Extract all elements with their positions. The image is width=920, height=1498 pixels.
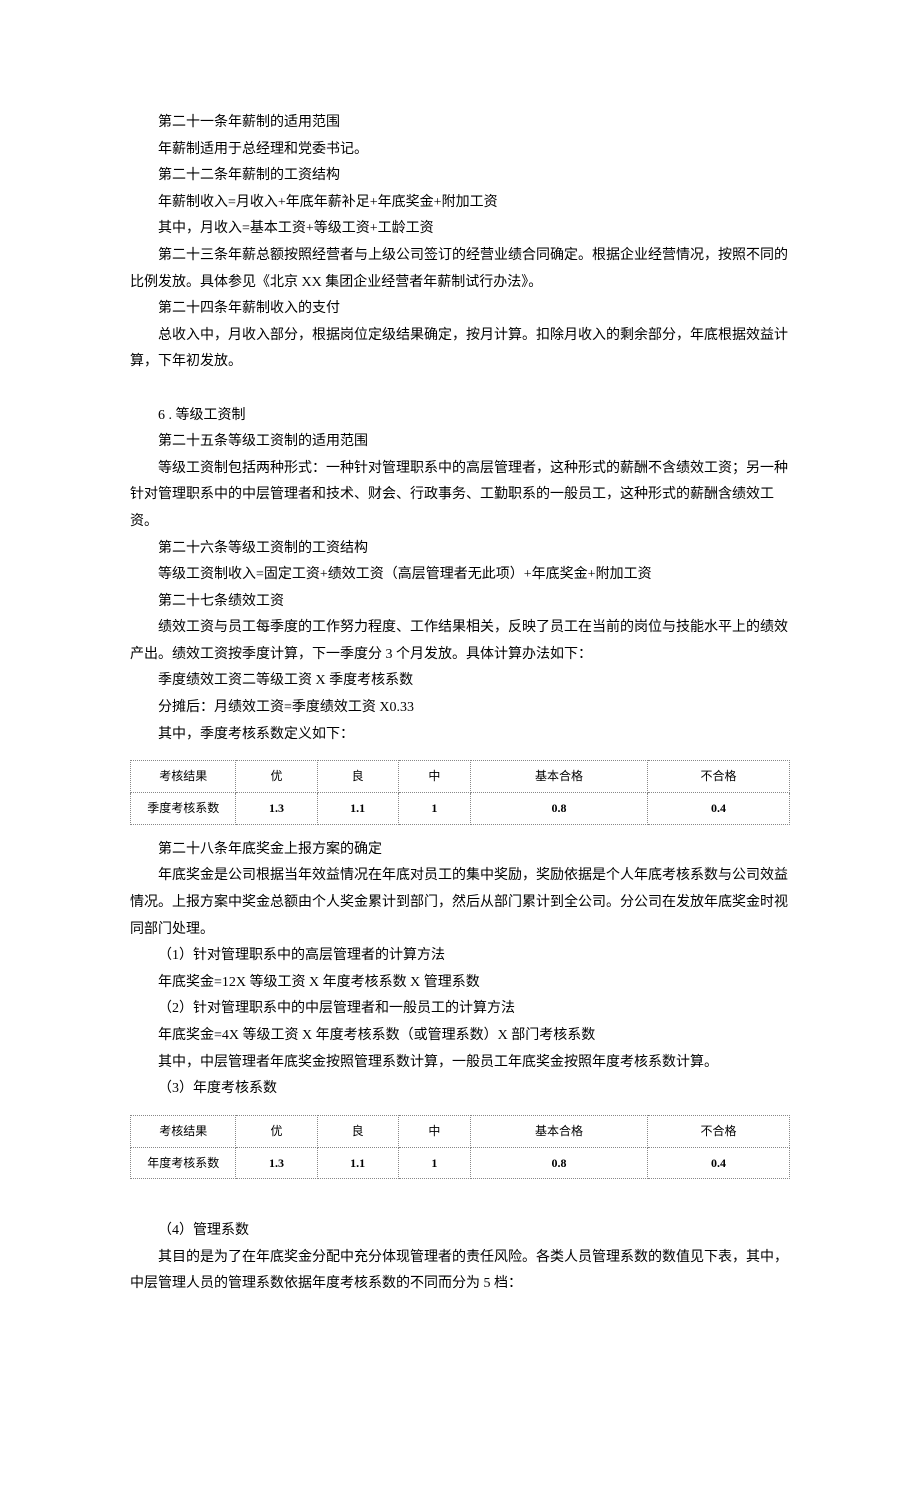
article-25-title: 第二十五条等级工资制的适用范围 [130,429,790,456]
table-cell: 基本合格 [471,1115,648,1147]
table-cell: 优 [236,1115,317,1147]
article-27-body: 绩效工资与员工每季度的工作努力程度、工作结果相关，反映了员工在当前的岗位与技能水… [130,615,790,668]
item-1-formula: 年底奖金=12X 等级工资 X 年度考核系数 X 管理系数 [130,970,790,997]
row-label: 考核结果 [131,761,236,793]
article-27-where: 其中，季度考核系数定义如下： [130,722,790,749]
blank-line [130,376,790,403]
table-cell: 0.4 [647,793,789,825]
item-2-note: 其中，中层管理者年底奖金按照管理系数计算，一般员工年底奖金按照年度考核系数计算。 [130,1050,790,1077]
table-cell: 0.8 [471,793,648,825]
article-27-formula-1: 季度绩效工资二等级工资 X 季度考核系数 [130,668,790,695]
article-21-body: 年薪制适用于总经理和党委书记。 [130,137,790,164]
article-28-body: 年底奖金是公司根据当年效益情况在年底对员工的集中奖励，奖励依据是个人年底考核系数… [130,863,790,943]
article-26-formula: 等级工资制收入=固定工资+绩效工资（高层管理者无此项）+年底奖金+附加工资 [130,562,790,589]
table-cell: 1 [398,1147,470,1179]
section-6-heading: 6 . 等级工资制 [130,403,790,430]
quarterly-coefficient-table: 考核结果 优 良 中 基本合格 不合格 季度考核系数 1.3 1.1 1 0.8… [130,760,790,825]
article-24-body: 总收入中，月收入部分，根据岗位定级结果确定，按月计算。扣除月收入的剩余部分，年底… [130,323,790,376]
table-cell: 中 [398,761,470,793]
item-4-body: 其目的是为了在年底奖金分配中充分体现管理者的责任风险。各类人员管理系数的数值见下… [130,1245,790,1298]
item-2-formula: 年底奖金=4X 等级工资 X 年度考核系数（或管理系数）X 部门考核系数 [130,1023,790,1050]
item-2-title: （2）针对管理职系中的中层管理者和一般员工的计算方法 [130,996,790,1023]
table-row: 季度考核系数 1.3 1.1 1 0.8 0.4 [131,793,790,825]
table-cell: 1.3 [236,1147,317,1179]
table-cell: 优 [236,761,317,793]
row-label: 季度考核系数 [131,793,236,825]
article-21-title: 第二十一条年薪制的适用范围 [130,110,790,137]
article-22-title: 第二十二条年薪制的工资结构 [130,163,790,190]
table-row: 考核结果 优 良 中 基本合格 不合格 [131,761,790,793]
table-cell: 1 [398,793,470,825]
article-22-formula: 年薪制收入=月收入+年底年薪补足+年底奖金+附加工资 [130,190,790,217]
row-label: 考核结果 [131,1115,236,1147]
table-cell: 0.8 [471,1147,648,1179]
item-4-title: （4）管理系数 [130,1218,790,1245]
table-cell: 不合格 [647,1115,789,1147]
article-24-title: 第二十四条年薪制收入的支付 [130,296,790,323]
table-cell: 1.1 [317,1147,398,1179]
article-27-formula-2: 分摊后：月绩效工资=季度绩效工资 X0.33 [130,695,790,722]
article-23-body: 第二十三条年薪总额按照经营者与上级公司签订的经营业绩合同确定。根据企业经营情况，… [130,243,790,296]
article-25-body: 等级工资制包括两种形式：一种针对管理职系中的高层管理者，这种形式的薪酬不含绩效工… [130,456,790,536]
table-cell: 0.4 [647,1147,789,1179]
table-cell: 不合格 [647,761,789,793]
annual-coefficient-table: 考核结果 优 良 中 基本合格 不合格 年度考核系数 1.3 1.1 1 0.8… [130,1115,790,1180]
item-1-title: （1）针对管理职系中的高层管理者的计算方法 [130,943,790,970]
article-22-where: 其中，月收入=基本工资+等级工资+工龄工资 [130,216,790,243]
table-cell: 中 [398,1115,470,1147]
blank-line [130,1191,790,1218]
table-cell: 良 [317,1115,398,1147]
table-cell: 良 [317,761,398,793]
table-row: 年度考核系数 1.3 1.1 1 0.8 0.4 [131,1147,790,1179]
item-3-title: （3）年度考核系数 [130,1076,790,1103]
table-cell: 基本合格 [471,761,648,793]
table-cell: 1.1 [317,793,398,825]
article-26-title: 第二十六条等级工资制的工资结构 [130,536,790,563]
table-cell: 1.3 [236,793,317,825]
article-27-title: 第二十七条绩效工资 [130,589,790,616]
article-28-title: 第二十八条年底奖金上报方案的确定 [130,837,790,864]
table-row: 考核结果 优 良 中 基本合格 不合格 [131,1115,790,1147]
row-label: 年度考核系数 [131,1147,236,1179]
